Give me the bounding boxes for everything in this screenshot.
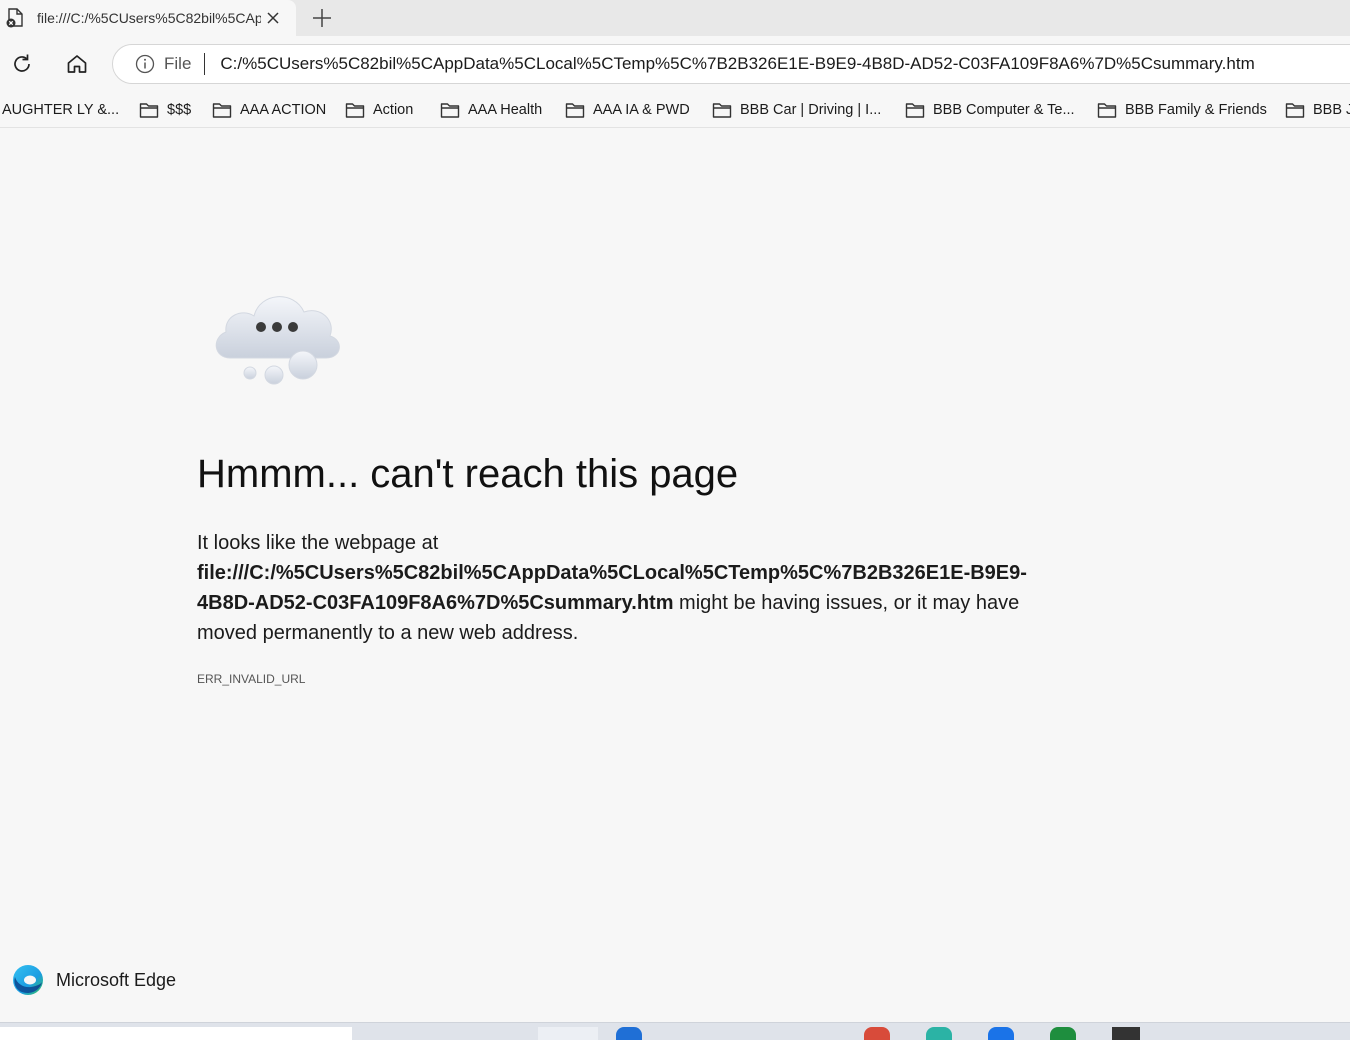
taskbar-item[interactable]	[926, 1027, 952, 1040]
folder-icon	[1285, 103, 1305, 118]
bookmark-folder[interactable]: BBB Computer & Te...	[905, 98, 1075, 122]
taskbar-item[interactable]	[1050, 1027, 1076, 1040]
refresh-button[interactable]	[4, 46, 40, 82]
bookmark-label: BBB Computer & Te...	[933, 102, 1075, 118]
new-tab-button[interactable]	[306, 2, 338, 34]
active-tab[interactable]: file:///C:/%5CUsers%5C82bil%5CAppData%5C…	[0, 0, 296, 36]
address-bar[interactable]: File C:/%5CUsers%5C82bil%5CAppData%5CLoc…	[112, 44, 1350, 84]
page-error-icon	[3, 6, 27, 30]
bookmark-label: AUGHTER LY &...	[2, 102, 120, 118]
bookmark-folder[interactable]: BBB Family & Friends	[1097, 98, 1267, 122]
home-icon	[67, 55, 87, 73]
tab-strip: file:///C:/%5CUsers%5C82bil%5CAppData%5C…	[0, 0, 1350, 36]
folder-icon	[712, 103, 732, 118]
bookmark-label: $$$	[167, 102, 192, 118]
folder-icon	[345, 103, 365, 118]
bookmark-label: AAA ACTION	[240, 102, 327, 118]
url-input[interactable]: C:/%5CUsers%5C82bil%5CAppData%5CLocal%5C…	[220, 54, 1254, 74]
brand-name: Microsoft Edge	[56, 969, 177, 990]
edge-branding: Microsoft Edge	[12, 964, 176, 996]
folder-icon	[905, 103, 925, 118]
plus-icon	[313, 9, 331, 27]
scheme-label: File	[164, 54, 192, 73]
error-description: It looks like the webpage at file:///C:/…	[197, 528, 1067, 648]
favorites-bar: AUGHTER LY &... $$$ AAA ACTION Action AA…	[0, 92, 1350, 128]
bookmark-folder[interactable]: BBB Car | Driving | I...	[712, 98, 881, 122]
folder-icon	[212, 103, 232, 118]
bookmark-label: Action	[373, 102, 414, 118]
bookmark-label: AAA IA & PWD	[593, 102, 690, 118]
bookmark-label: BBB Jo	[1313, 102, 1350, 118]
bookmark-label: BBB Family & Friends	[1125, 102, 1267, 118]
bookmark-folder[interactable]: BBB Jo	[1285, 98, 1350, 122]
refresh-icon	[14, 54, 30, 72]
bookmark-folder[interactable]: AAA Health	[440, 98, 542, 122]
taskbar-search-area[interactable]	[0, 1027, 352, 1040]
folder-icon	[440, 103, 460, 118]
bookmark-item[interactable]: AUGHTER LY &...	[2, 98, 119, 122]
toolbar: File C:/%5CUsers%5C82bil%5CAppData%5CLoc…	[0, 36, 1350, 92]
bookmark-folder[interactable]: $$$	[139, 98, 191, 122]
edge-logo	[13, 965, 43, 995]
bookmark-folder[interactable]: AAA IA & PWD	[565, 98, 690, 122]
info-icon[interactable]	[135, 54, 155, 74]
home-button[interactable]	[59, 46, 95, 82]
bookmark-folder[interactable]: Action	[345, 98, 413, 122]
taskbar-item[interactable]	[1112, 1027, 1140, 1040]
folder-icon	[1097, 103, 1117, 118]
taskbar-item[interactable]	[864, 1027, 890, 1040]
error-intro: It looks like the webpage at	[197, 532, 439, 554]
thinking-cloud-icon	[208, 282, 348, 397]
error-code: ERR_INVALID_URL	[197, 672, 306, 686]
taskbar-item[interactable]	[616, 1027, 642, 1040]
taskbar	[0, 1022, 1350, 1040]
folder-icon	[565, 103, 585, 118]
bookmark-label: AAA Health	[468, 102, 543, 118]
address-separator	[204, 53, 206, 75]
taskbar-item[interactable]	[538, 1027, 598, 1040]
folder-icon	[139, 103, 159, 118]
close-icon[interactable]	[261, 6, 285, 30]
tab-title: file:///C:/%5CUsers%5C82bil%5CAppData%5C…	[37, 10, 261, 26]
bookmark-folder[interactable]: AAA ACTION	[212, 98, 326, 122]
error-title: Hmmm... can't reach this page	[197, 452, 739, 496]
bookmark-label: BBB Car | Driving | I...	[740, 102, 882, 118]
taskbar-item[interactable]	[988, 1027, 1014, 1040]
